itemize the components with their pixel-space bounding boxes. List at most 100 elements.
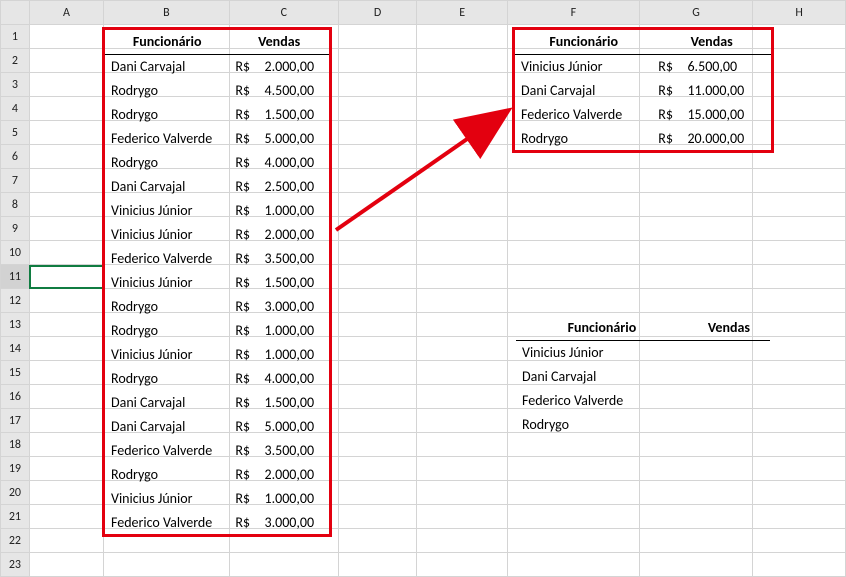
col-header[interactable]: C <box>229 1 338 25</box>
cell[interactable] <box>29 313 103 337</box>
cell[interactable] <box>417 337 508 361</box>
cell[interactable] <box>338 73 416 97</box>
row-header[interactable]: 13 <box>1 313 30 337</box>
cell[interactable] <box>753 505 846 529</box>
cell[interactable] <box>29 97 103 121</box>
cell[interactable] <box>753 433 846 457</box>
cell[interactable] <box>639 481 752 505</box>
cell[interactable] <box>753 241 846 265</box>
cell[interactable] <box>417 73 508 97</box>
row-header[interactable]: 16 <box>1 385 30 409</box>
cell[interactable] <box>639 241 752 265</box>
cell[interactable] <box>29 265 103 289</box>
cell[interactable] <box>417 313 508 337</box>
cell[interactable] <box>338 193 416 217</box>
cell[interactable] <box>29 49 103 73</box>
cell[interactable] <box>338 529 416 553</box>
cell[interactable] <box>417 505 508 529</box>
cell[interactable] <box>338 385 416 409</box>
cell[interactable] <box>417 217 508 241</box>
cell[interactable] <box>417 457 508 481</box>
cell[interactable] <box>29 121 103 145</box>
cell[interactable] <box>417 25 508 49</box>
cell[interactable] <box>753 553 846 577</box>
cell[interactable] <box>417 289 508 313</box>
row-header[interactable]: 8 <box>1 193 30 217</box>
cell[interactable] <box>507 193 639 217</box>
cell[interactable] <box>417 361 508 385</box>
cell[interactable] <box>338 505 416 529</box>
cell[interactable] <box>639 505 752 529</box>
cell[interactable] <box>338 337 416 361</box>
cell[interactable] <box>753 169 846 193</box>
cell[interactable] <box>417 385 508 409</box>
cell[interactable] <box>507 169 639 193</box>
cell[interactable] <box>29 217 103 241</box>
cell[interactable] <box>338 265 416 289</box>
col-header[interactable]: D <box>338 1 416 25</box>
cell[interactable] <box>29 241 103 265</box>
cell[interactable] <box>29 361 103 385</box>
cell[interactable] <box>417 193 508 217</box>
cell[interactable] <box>639 289 752 313</box>
row-header[interactable]: 14 <box>1 337 30 361</box>
col-header[interactable]: B <box>104 1 230 25</box>
cell[interactable] <box>338 25 416 49</box>
cell[interactable] <box>417 553 508 577</box>
cell[interactable] <box>29 457 103 481</box>
cell[interactable] <box>753 481 846 505</box>
cell[interactable] <box>507 481 639 505</box>
cell[interactable] <box>29 481 103 505</box>
cell[interactable] <box>29 385 103 409</box>
col-header[interactable]: E <box>417 1 508 25</box>
cell[interactable] <box>639 265 752 289</box>
cell[interactable] <box>338 49 416 73</box>
cell[interactable] <box>29 529 103 553</box>
cell[interactable] <box>29 337 103 361</box>
cell[interactable] <box>338 289 416 313</box>
cell[interactable] <box>338 121 416 145</box>
cell[interactable] <box>639 193 752 217</box>
row-header[interactable]: 7 <box>1 169 30 193</box>
cell[interactable] <box>507 265 639 289</box>
cell[interactable] <box>338 241 416 265</box>
cell[interactable] <box>639 169 752 193</box>
cell[interactable] <box>417 265 508 289</box>
cell[interactable] <box>417 169 508 193</box>
cell[interactable] <box>338 97 416 121</box>
col-header[interactable]: A <box>29 1 103 25</box>
cell[interactable] <box>29 433 103 457</box>
row-header[interactable]: 22 <box>1 529 30 553</box>
row-header[interactable]: 15 <box>1 361 30 385</box>
cell[interactable] <box>29 25 103 49</box>
cell[interactable] <box>417 145 508 169</box>
row-header[interactable]: 12 <box>1 289 30 313</box>
cell[interactable] <box>639 457 752 481</box>
row-header[interactable]: 5 <box>1 121 30 145</box>
cell[interactable] <box>29 553 103 577</box>
cell[interactable] <box>338 457 416 481</box>
row-header[interactable]: 18 <box>1 433 30 457</box>
cell[interactable] <box>229 553 338 577</box>
row-header[interactable]: 3 <box>1 73 30 97</box>
cell[interactable] <box>507 289 639 313</box>
row-header[interactable]: 2 <box>1 49 30 73</box>
row-header[interactable]: 4 <box>1 97 30 121</box>
cell[interactable] <box>753 265 846 289</box>
cell[interactable] <box>753 217 846 241</box>
col-header[interactable]: F <box>507 1 639 25</box>
cell[interactable] <box>338 313 416 337</box>
row-header[interactable]: 9 <box>1 217 30 241</box>
row-header[interactable]: 20 <box>1 481 30 505</box>
cell[interactable] <box>417 481 508 505</box>
cell[interactable] <box>417 97 508 121</box>
cell[interactable] <box>507 241 639 265</box>
cell[interactable] <box>507 529 639 553</box>
row-header[interactable]: 1 <box>1 25 30 49</box>
cell[interactable] <box>507 553 639 577</box>
cell[interactable] <box>338 409 416 433</box>
row-header[interactable]: 19 <box>1 457 30 481</box>
cell[interactable] <box>338 169 416 193</box>
row-header[interactable]: 23 <box>1 553 30 577</box>
cell[interactable] <box>29 145 103 169</box>
